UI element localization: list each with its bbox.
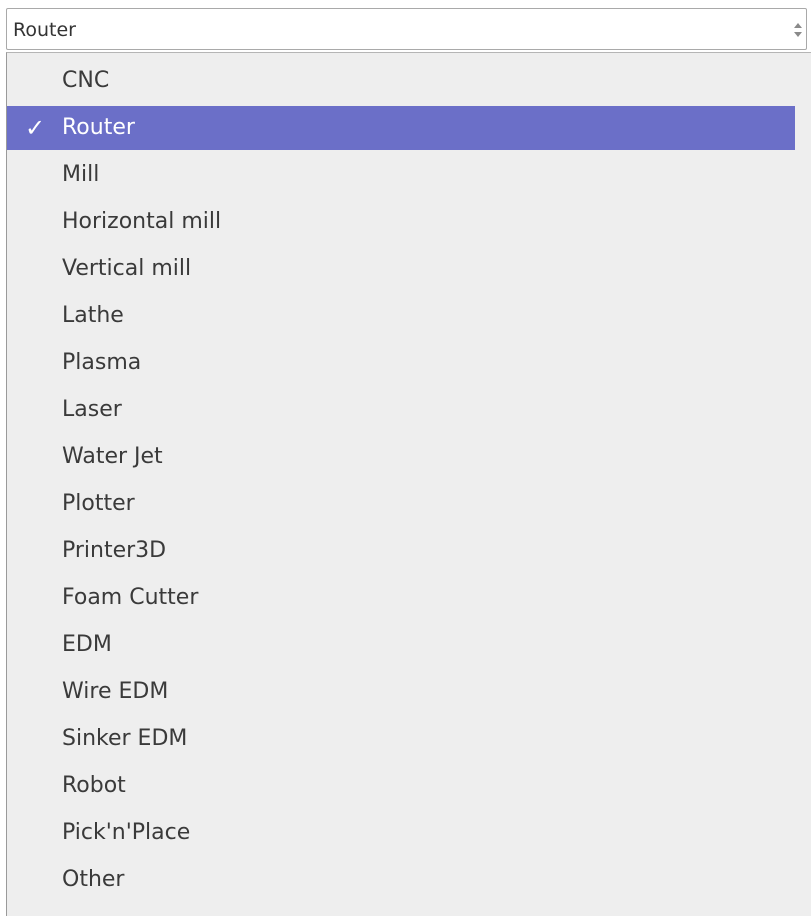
option-label: Plasma xyxy=(62,350,142,375)
option-laser[interactable]: Laser xyxy=(7,388,795,432)
option-plasma[interactable]: Plasma xyxy=(7,341,795,385)
option-label: Water Jet xyxy=(62,444,163,469)
option-label: Lathe xyxy=(62,303,124,328)
option-label: CNC xyxy=(62,68,110,93)
option-printer3d[interactable]: Printer3D xyxy=(7,529,795,573)
option-label: Horizontal mill xyxy=(62,209,222,234)
option-foam-cutter[interactable]: Foam Cutter xyxy=(7,576,795,620)
option-label: Printer3D xyxy=(62,538,167,563)
option-label: EDM xyxy=(62,632,112,657)
option-horizontal-mill[interactable]: Horizontal mill xyxy=(7,200,795,244)
option-label: Sinker EDM xyxy=(62,726,188,751)
option-label: Plotter xyxy=(62,491,135,516)
option-pick-n-place[interactable]: Pick'n'Place xyxy=(7,811,795,855)
option-label: Foam Cutter xyxy=(62,585,199,610)
up-down-arrows-icon[interactable] xyxy=(792,19,804,41)
option-cnc[interactable]: CNC xyxy=(7,59,795,103)
option-label: Wire EDM xyxy=(62,679,169,704)
option-wire-edm[interactable]: Wire EDM xyxy=(7,670,795,714)
option-plotter[interactable]: Plotter xyxy=(7,482,795,526)
option-lathe[interactable]: Lathe xyxy=(7,294,795,338)
option-label: Mill xyxy=(62,162,100,187)
checkmark-icon: ✓ xyxy=(25,114,46,142)
option-label: Robot xyxy=(62,773,126,798)
machine-type-select[interactable]: Router xyxy=(6,8,807,50)
option-water-jet[interactable]: Water Jet xyxy=(7,435,795,479)
option-label: Other xyxy=(62,867,125,892)
option-mill[interactable]: Mill xyxy=(7,153,795,197)
option-robot[interactable]: Robot xyxy=(7,764,795,808)
option-label: Router xyxy=(62,115,135,140)
option-label: Pick'n'Place xyxy=(62,820,191,845)
select-current-value: Router xyxy=(13,19,76,41)
dropdown-list: CNC ✓ Router Mill Horizontal mill Vertic… xyxy=(6,52,811,916)
option-other[interactable]: Other xyxy=(7,858,795,902)
option-vertical-mill[interactable]: Vertical mill xyxy=(7,247,795,291)
option-label: Vertical mill xyxy=(62,256,192,281)
option-label: Laser xyxy=(62,397,122,422)
option-sinker-edm[interactable]: Sinker EDM xyxy=(7,717,795,761)
option-edm[interactable]: EDM xyxy=(7,623,795,667)
option-router[interactable]: ✓ Router xyxy=(7,106,795,150)
